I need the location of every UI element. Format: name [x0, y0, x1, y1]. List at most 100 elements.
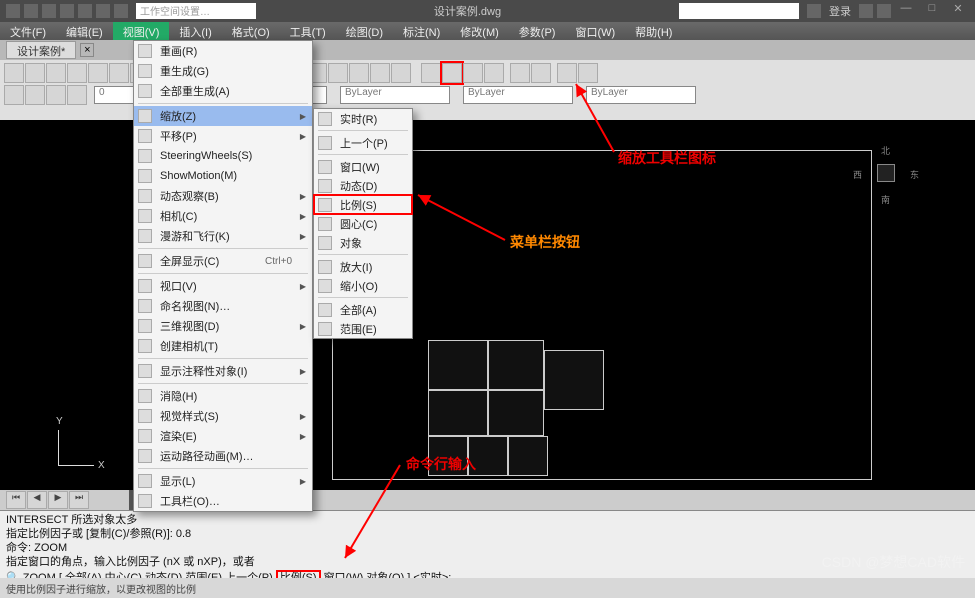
user-icon[interactable]: [807, 4, 821, 18]
tb-plot-icon[interactable]: [67, 63, 87, 83]
tb-cut-icon[interactable]: [88, 63, 108, 83]
lineweight-select[interactable]: ByLayer: [463, 86, 573, 104]
layout-last-icon[interactable]: ⏭: [69, 491, 89, 509]
menu-item[interactable]: 动态观察(B): [134, 186, 312, 206]
tb-za-icon[interactable]: [557, 63, 577, 83]
menu-item[interactable]: 视觉样式(S): [134, 406, 312, 426]
layer-freeze-icon[interactable]: [46, 85, 66, 105]
layer-lock-icon[interactable]: [67, 85, 87, 105]
tb-open-icon[interactable]: [25, 63, 45, 83]
menu-dim[interactable]: 标注(N): [393, 22, 450, 40]
submenu-item-label: 窗口(W): [340, 159, 380, 175]
menu-item[interactable]: 缩放(Z): [134, 106, 312, 126]
tb-zw-icon[interactable]: [421, 63, 441, 83]
close-button[interactable]: ✕: [945, 2, 971, 20]
tb-zoom-out-icon[interactable]: [391, 63, 411, 83]
menu-item[interactable]: SteeringWheels(S): [134, 146, 312, 166]
qat-open-icon[interactable]: [42, 4, 56, 18]
menu-item[interactable]: 重画(R): [134, 41, 312, 61]
submenu-item[interactable]: 比例(S): [314, 195, 412, 214]
tb-save-icon[interactable]: [46, 63, 66, 83]
maximize-button[interactable]: □: [919, 2, 945, 20]
linetype-select[interactable]: ByLayer: [340, 86, 450, 104]
view-cube[interactable]: 北 南 东 西: [851, 138, 921, 208]
menu-item[interactable]: 创建相机(T): [134, 336, 312, 356]
menu-item[interactable]: 三维视图(D): [134, 316, 312, 336]
tb-zi2-icon[interactable]: [510, 63, 530, 83]
menu-item[interactable]: 显示(L): [134, 471, 312, 491]
qat-new-icon[interactable]: [24, 4, 38, 18]
tb-zoom-center-icon[interactable]: [328, 63, 348, 83]
menu-item-icon: [138, 474, 152, 488]
help-icon[interactable]: [877, 4, 891, 18]
submenu-item-icon: [318, 279, 332, 293]
submenu-item[interactable]: 实时(R): [314, 109, 412, 128]
tb-new-icon[interactable]: [4, 63, 24, 83]
menu-item[interactable]: 漫游和飞行(K): [134, 226, 312, 246]
menu-item-label: 命名视图(N)…: [160, 298, 230, 314]
menu-item[interactable]: 工具栏(O)…: [134, 491, 312, 511]
menu-item[interactable]: 渲染(E): [134, 426, 312, 446]
doc-tab[interactable]: 设计案例*: [6, 41, 76, 59]
menu-param[interactable]: 参数(P): [509, 22, 566, 40]
submenu-item[interactable]: 放大(I): [314, 257, 412, 276]
tb-ze-icon[interactable]: [578, 63, 598, 83]
plotstyle-select[interactable]: ByLayer: [586, 86, 696, 104]
menu-view[interactable]: 视图(V): [113, 22, 170, 40]
submenu-item[interactable]: 圆心(C): [314, 214, 412, 233]
menu-item[interactable]: 消隐(H): [134, 386, 312, 406]
submenu-item-label: 全部(A): [340, 302, 377, 318]
layout-first-icon[interactable]: ⏮: [6, 491, 26, 509]
exchange-icon[interactable]: [859, 4, 873, 18]
menu-item[interactable]: 全屏显示(C)Ctrl+0: [134, 251, 312, 271]
layer-on-icon[interactable]: [25, 85, 45, 105]
tb-zoom-in-icon[interactable]: [370, 63, 390, 83]
menu-format[interactable]: 格式(O): [222, 22, 280, 40]
submenu-item[interactable]: 窗口(W): [314, 157, 412, 176]
menu-item-label: 平移(P): [160, 128, 197, 144]
app-icon[interactable]: [6, 4, 20, 18]
menu-item[interactable]: 平移(P): [134, 126, 312, 146]
menu-item[interactable]: ShowMotion(M): [134, 166, 312, 186]
tb-zo2-icon[interactable]: [531, 63, 551, 83]
tb-copy-icon[interactable]: [109, 63, 129, 83]
search-input[interactable]: [679, 3, 799, 19]
submenu-item[interactable]: 范围(E): [314, 319, 412, 338]
submenu-item[interactable]: 对象: [314, 233, 412, 252]
submenu-item[interactable]: 缩小(O): [314, 276, 412, 295]
menu-insert[interactable]: 插入(I): [169, 22, 221, 40]
menu-item[interactable]: 相机(C): [134, 206, 312, 226]
menu-item[interactable]: 运动路径动画(M)…: [134, 446, 312, 466]
tb-zoom-obj-icon[interactable]: [349, 63, 369, 83]
qat-undo-icon[interactable]: [96, 4, 110, 18]
qat-print-icon[interactable]: [78, 4, 92, 18]
submenu-item[interactable]: 上一个(P): [314, 133, 412, 152]
menu-item[interactable]: 视口(V): [134, 276, 312, 296]
close-tab-icon[interactable]: ×: [80, 43, 94, 57]
submenu-item[interactable]: 动态(D): [314, 176, 412, 195]
menu-item[interactable]: 显示注释性对象(I): [134, 361, 312, 381]
qat-save-icon[interactable]: [60, 4, 74, 18]
menu-item[interactable]: 全部重生成(A): [134, 81, 312, 101]
menu-modify[interactable]: 修改(M): [450, 22, 509, 40]
minimize-button[interactable]: —: [893, 2, 919, 20]
layer-filter-icon[interactable]: [4, 85, 24, 105]
tb-zo-icon[interactable]: [484, 63, 504, 83]
annotation-cmd: 命令行输入: [406, 454, 476, 474]
menu-window[interactable]: 窗口(W): [565, 22, 625, 40]
login-link[interactable]: 登录: [829, 3, 851, 19]
layout-prev-icon[interactable]: ◀: [27, 491, 47, 509]
menu-tools[interactable]: 工具(T): [280, 22, 336, 40]
menu-file[interactable]: 文件(F): [0, 22, 56, 40]
qat-redo-icon[interactable]: [114, 4, 128, 18]
menu-item[interactable]: 重生成(G): [134, 61, 312, 81]
layout-next-icon[interactable]: ▶: [48, 491, 68, 509]
tb-zc-icon[interactable]: [463, 63, 483, 83]
submenu-item[interactable]: 全部(A): [314, 300, 412, 319]
workspace-select[interactable]: 工作空间设置…: [136, 3, 256, 19]
menu-help[interactable]: 帮助(H): [625, 22, 682, 40]
menu-item[interactable]: 命名视图(N)…: [134, 296, 312, 316]
menu-draw[interactable]: 绘图(D): [336, 22, 393, 40]
tb-zoom-scale-icon[interactable]: [442, 63, 462, 83]
menu-edit[interactable]: 编辑(E): [56, 22, 113, 40]
